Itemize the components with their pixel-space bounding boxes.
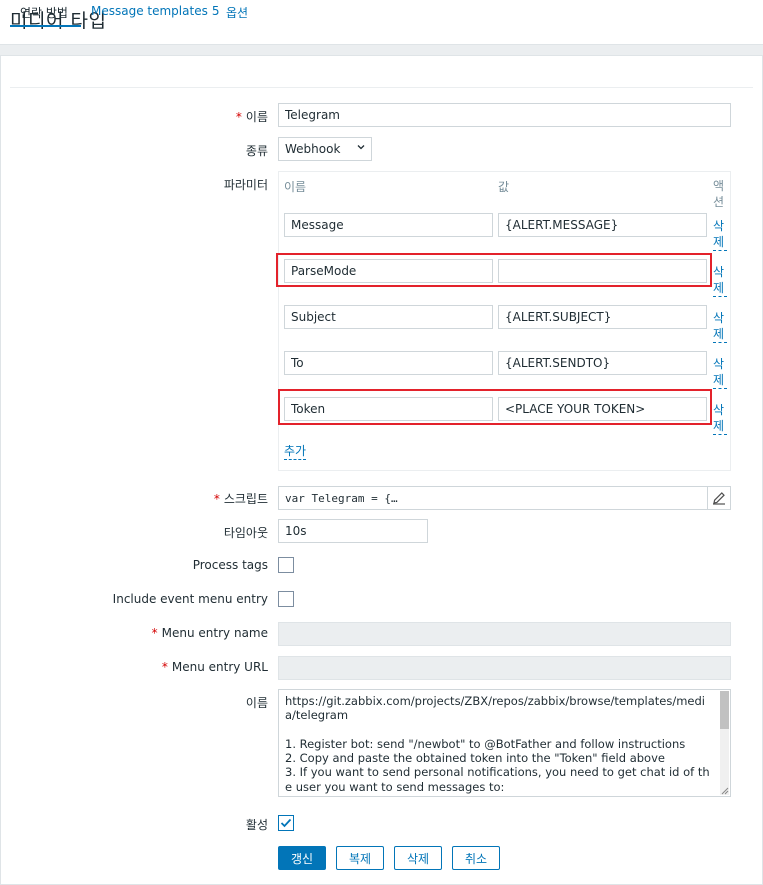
param-value-input[interactable]: [498, 305, 707, 329]
clone-button[interactable]: 복제: [336, 846, 384, 870]
tab-options[interactable]: 옵션: [226, 0, 248, 27]
tabs-divider: [10, 87, 753, 88]
script-preview: var Telegram = {…: [285, 492, 398, 505]
required-mark: *: [151, 626, 158, 640]
param-name-input[interactable]: [284, 305, 493, 329]
menu-entry-url-label: * Menu entry URL: [162, 660, 268, 674]
params-label: 파라미터: [223, 178, 268, 192]
params-col-value: 값: [498, 180, 510, 194]
checkmark-icon: [280, 818, 292, 828]
param-name-input[interactable]: [284, 213, 493, 237]
param-remove-link[interactable]: 삭제: [713, 356, 727, 389]
param-remove-link[interactable]: 삭제: [713, 310, 727, 343]
script-label: * 스크립트: [214, 490, 268, 507]
required-mark: *: [213, 492, 220, 506]
params-col-action: 액션: [713, 179, 725, 209]
chevron-down-icon: [357, 145, 365, 150]
resize-grip-icon[interactable]: [721, 787, 729, 795]
tab-media-type[interactable]: 연락 방법: [10, 0, 81, 27]
description-label: 이름: [245, 696, 268, 710]
enabled-label: 활성: [245, 818, 268, 832]
delete-button[interactable]: 삭제: [394, 846, 442, 870]
param-remove-link[interactable]: 삭제: [713, 218, 727, 251]
param-name-input[interactable]: [284, 397, 493, 421]
script-label-text: 스크립트: [223, 492, 268, 506]
description-text: https://git.zabbix.com/projects/ZBX/repo…: [285, 694, 710, 796]
param-name-input[interactable]: [284, 351, 493, 375]
param-remove-link[interactable]: 삭제: [713, 264, 727, 297]
menu-entry-name-input: [278, 622, 731, 646]
param-name-input[interactable]: [284, 259, 493, 283]
type-label: 종류: [245, 144, 268, 158]
param-value-input[interactable]: [498, 397, 707, 421]
pencil-icon: [713, 492, 725, 505]
tab-message-templates[interactable]: Message templates 5: [91, 0, 219, 27]
required-mark: *: [235, 110, 242, 124]
tab-label: 옵션: [226, 6, 249, 20]
tab-count: 5: [211, 4, 220, 18]
param-value-input[interactable]: [498, 213, 707, 237]
update-button[interactable]: 갱신: [278, 846, 326, 870]
param-remove-link[interactable]: 삭제: [713, 402, 727, 435]
menu-entry-name-label-text: Menu entry name: [161, 626, 268, 640]
scrollbar[interactable]: [720, 691, 729, 795]
tab-label: Message templates: [91, 4, 208, 18]
name-label-text: 이름: [245, 110, 268, 124]
edit-script-button[interactable]: [707, 487, 730, 509]
include-event-menu-label: Include event menu entry: [112, 592, 268, 606]
include-event-menu-checkbox[interactable]: [278, 591, 294, 607]
menu-entry-url-label-text: Menu entry URL: [171, 660, 268, 674]
name-label: * 이름: [236, 108, 268, 125]
tab-label: 연락 방법: [20, 6, 68, 20]
script-field[interactable]: var Telegram = {…: [278, 486, 731, 510]
params-col-name: 이름: [284, 180, 307, 194]
enabled-checkbox[interactable]: [278, 815, 294, 831]
process-tags-label: Process tags: [192, 558, 268, 572]
timeout-input[interactable]: [278, 519, 428, 543]
cancel-button[interactable]: 취소: [452, 846, 500, 870]
description-textarea[interactable]: https://git.zabbix.com/projects/ZBX/repo…: [278, 689, 731, 797]
scrollbar-thumb[interactable]: [720, 691, 729, 729]
param-value-input[interactable]: [498, 351, 707, 375]
timeout-label: 타임아웃: [223, 526, 268, 540]
menu-entry-name-label: * Menu entry name: [152, 626, 268, 640]
param-value-input[interactable]: [498, 259, 707, 283]
type-select[interactable]: Webhook: [278, 137, 372, 161]
add-param-link[interactable]: 추가: [284, 444, 307, 460]
process-tags-checkbox[interactable]: [278, 557, 294, 573]
type-select-value: Webhook: [285, 142, 341, 156]
name-input[interactable]: [278, 103, 731, 127]
required-mark: *: [161, 660, 168, 674]
menu-entry-url-input: [278, 656, 731, 680]
